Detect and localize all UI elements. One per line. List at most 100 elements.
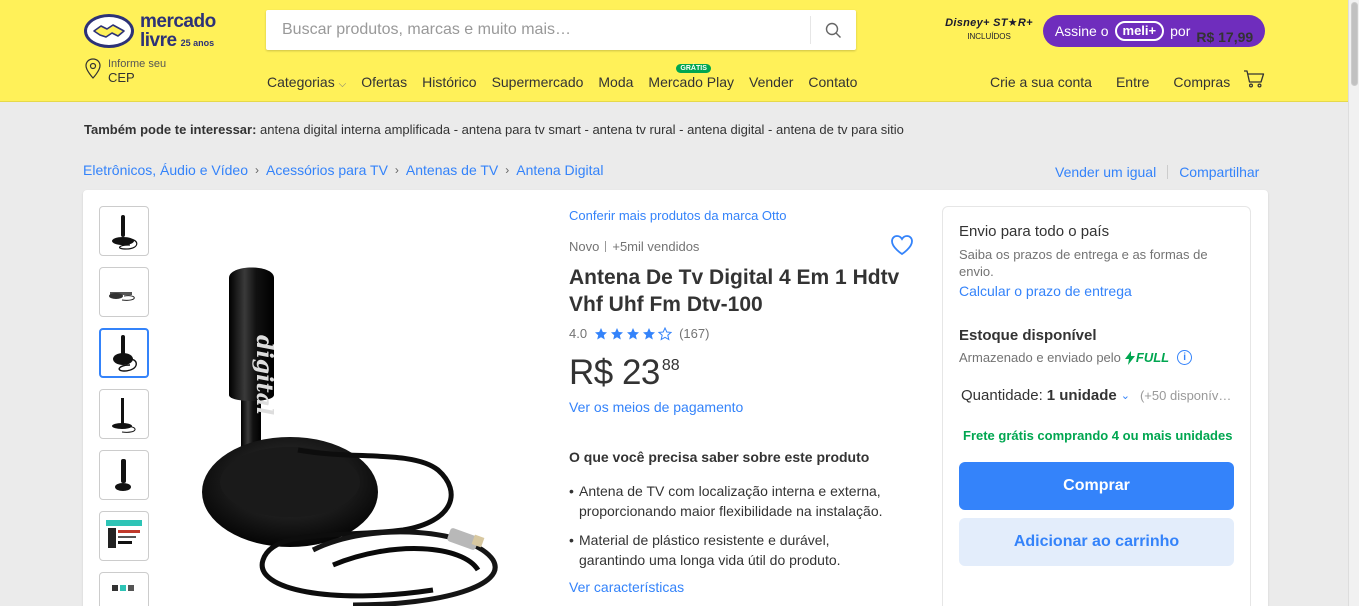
- meli-price: R$ 17,99: [1196, 29, 1254, 45]
- cart-icon[interactable]: [1243, 70, 1265, 88]
- disney-star-caption: INCLUÍDOS: [967, 32, 1011, 41]
- thumbnail-selected[interactable]: [99, 328, 149, 378]
- logo-text-line2: livre: [140, 30, 177, 51]
- breadcrumb: Eletrônicos, Áudio e Vídeo › Acessórios …: [83, 162, 603, 178]
- page-scrollbar[interactable]: [1348, 0, 1359, 606]
- search-icon: [825, 22, 841, 38]
- stock-title: Estoque disponível: [959, 327, 1097, 344]
- star-filled-icon: [627, 327, 640, 339]
- heart-icon[interactable]: [890, 234, 914, 256]
- related-searches: Também pode te interessar: antena digita…: [84, 122, 904, 137]
- search-input[interactable]: [266, 10, 810, 50]
- main-nav: Categorias ⌵ Ofertas Histórico Supermerc…: [267, 64, 857, 90]
- product-title: Antena De Tv Digital 4 Em 1 Hdtv Vhf Uhf…: [569, 266, 900, 316]
- buy-button[interactable]: Comprar: [959, 462, 1234, 510]
- user-nav: Crie a sua conta Entre Compras: [990, 74, 1230, 90]
- product-card: digital Conferir mais produtos da marca …: [83, 190, 1268, 606]
- star-empty-icon: [658, 326, 673, 341]
- full-badge: FULL: [1124, 350, 1169, 365]
- header: mercado livre 25 anos Disney+ ST★R+ INCL…: [0, 0, 1348, 102]
- thumbnail[interactable]: [99, 267, 149, 317]
- logo-anniversary: 25 anos: [180, 38, 215, 48]
- sold-count: +5mil vendidos: [612, 239, 700, 254]
- review-count: (167): [679, 326, 710, 341]
- cep-value: CEP: [108, 70, 135, 85]
- add-to-cart-button[interactable]: Adicionar ao carrinho: [959, 518, 1234, 566]
- rating-stars: [594, 326, 673, 341]
- chevron-right-icon: ›: [505, 163, 510, 177]
- nav-item-mercado-play[interactable]: GRÁTIS Mercado Play: [648, 64, 735, 90]
- star-filled-icon: [611, 327, 624, 339]
- nav-label: Mercado Play: [648, 74, 735, 90]
- rating-row[interactable]: 4.0 (167): [569, 326, 914, 341]
- related-searches-links[interactable]: antena digital interna amplificada - ant…: [260, 122, 904, 137]
- handshake-icon: [84, 14, 134, 48]
- star-filled-icon: [643, 327, 656, 339]
- create-account-link[interactable]: Crie a sua conta: [990, 74, 1092, 90]
- price-main: R$ 23: [569, 353, 660, 392]
- cep-label: Informe seu: [108, 58, 167, 70]
- calculate-shipping-link[interactable]: Calcular o prazo de entrega: [959, 283, 1234, 299]
- about-title: O que você precisa saber sobre este prod…: [569, 449, 870, 465]
- share-link[interactable]: Compartilhar: [1179, 164, 1259, 180]
- product-image[interactable]: digital: [193, 260, 513, 606]
- product-info: Conferir mais produtos da marca Otto Nov…: [569, 208, 914, 595]
- condition-row: Novo +5mil vendidos: [569, 239, 914, 254]
- scrollbar-thumb[interactable]: [1351, 2, 1358, 86]
- cep-selector[interactable]: Informe seu CEP: [84, 58, 166, 85]
- meli-mid: por: [1170, 23, 1191, 39]
- nav-item-vender[interactable]: Vender: [749, 74, 793, 90]
- meli-prefix: Assine o: [1054, 23, 1109, 39]
- sell-similar-link[interactable]: Vender um igual: [1055, 164, 1156, 180]
- info-icon[interactable]: i: [1177, 350, 1193, 365]
- brand-link[interactable]: Conferir mais produtos da marca Otto: [569, 208, 914, 223]
- stored-by-text: Armazenado e enviado pelo: [959, 350, 1121, 365]
- chevron-right-icon: ›: [255, 163, 259, 177]
- thumbnail[interactable]: [99, 450, 149, 500]
- search-bar: [266, 10, 856, 50]
- quantity-label: Quantidade:: [961, 387, 1043, 404]
- breadcrumb-item[interactable]: Eletrônicos, Áudio e Vídeo: [83, 162, 248, 178]
- nav-item-categorias[interactable]: Categorias ⌵: [267, 74, 346, 90]
- meli-plus-pill: meli+: [1114, 21, 1165, 41]
- rating-value: 4.0: [569, 326, 588, 341]
- disney-star-promo[interactable]: Disney+ ST★R+ INCLUÍDOS: [944, 16, 1034, 50]
- breadcrumb-item[interactable]: Acessórios para TV: [266, 162, 388, 178]
- chevron-down-icon: ⌄: [1120, 390, 1130, 402]
- buy-box: Envio para todo o país Saiba os prazos d…: [942, 206, 1251, 606]
- quantity-value: 1 unidade: [1046, 387, 1117, 404]
- chevron-down-icon: ⌵: [338, 79, 347, 90]
- nav-item-moda[interactable]: Moda: [598, 74, 633, 90]
- related-searches-label: Também pode te interessar:: [84, 122, 257, 137]
- quantity-selector[interactable]: Quantidade: 1 unidade ⌄ (+50 disponíveis…: [959, 387, 1234, 404]
- purchases-link[interactable]: Compras: [1173, 74, 1230, 90]
- thumbnail[interactable]: [99, 389, 149, 439]
- login-link[interactable]: Entre: [1116, 74, 1149, 90]
- thumbnail[interactable]: [99, 511, 149, 561]
- meli-plus-subscribe-button[interactable]: Assine o meli+ por R$ 17,99: [1043, 15, 1265, 47]
- nav-item-ofertas[interactable]: Ofertas: [361, 74, 407, 90]
- thumbnail[interactable]: [99, 572, 149, 606]
- logo-text-line1: mercado: [140, 11, 216, 32]
- divider: [605, 241, 607, 252]
- breadcrumb-item[interactable]: Antenas de TV: [406, 162, 498, 178]
- payment-methods-link[interactable]: Ver os meios de pagamento: [569, 399, 914, 415]
- price-cents: 88: [661, 357, 680, 374]
- list-item: Antena de TV com localização interna e e…: [569, 481, 899, 521]
- features-link[interactable]: Ver características: [569, 579, 914, 595]
- free-badge: GRÁTIS: [676, 64, 711, 73]
- nav-item-historico[interactable]: Histórico: [422, 74, 476, 90]
- search-button[interactable]: [810, 16, 856, 44]
- shipping-subtitle: Saiba os prazos de entrega e as formas d…: [959, 247, 1208, 279]
- nav-item-contato[interactable]: Contato: [808, 74, 857, 90]
- shipping-title: Envio para todo o país: [959, 223, 1110, 240]
- nav-item-supermercado[interactable]: Supermercado: [492, 74, 584, 90]
- free-shipping-note: Frete grátis comprando 4 ou mais unidade…: [963, 428, 1233, 443]
- thumbnail[interactable]: [99, 206, 149, 256]
- condition: Novo: [569, 239, 600, 254]
- breadcrumb-item[interactable]: Antena Digital: [516, 162, 603, 178]
- feature-list: Antena de TV com localização interna e e…: [569, 481, 914, 570]
- quantity-available: (+50 disponíveis): [1139, 388, 1234, 403]
- disney-star-logo: Disney+ ST★R+: [945, 17, 1033, 29]
- mercado-livre-logo[interactable]: mercado livre 25 anos: [84, 12, 224, 50]
